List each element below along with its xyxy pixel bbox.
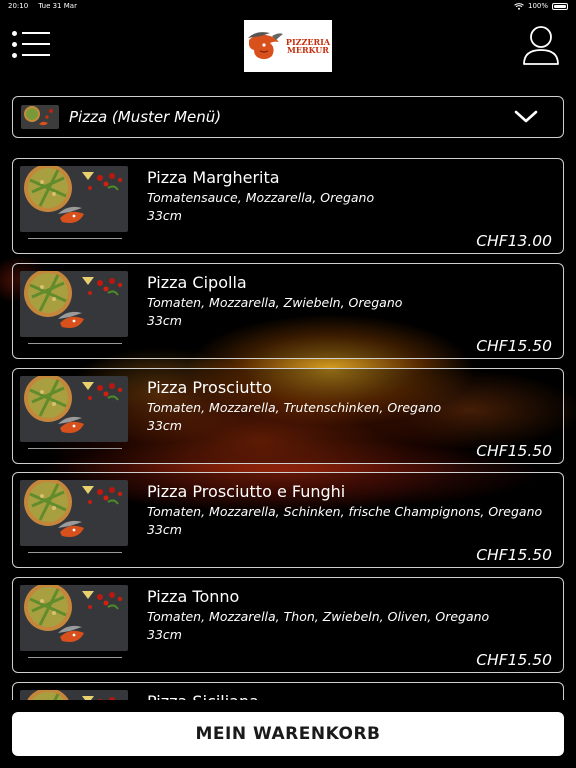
item-name: Pizza Siciliana [147, 692, 259, 700]
item-size: 33cm [147, 208, 182, 223]
category-dropdown[interactable]: Pizza (Muster Menü) [12, 96, 564, 138]
pizza-image [20, 271, 128, 337]
item-name: Pizza Margherita [147, 168, 280, 187]
item-description: Tomatensauce, Mozzarella, Oregano [147, 190, 375, 205]
item-description: Tomaten, Mozzarella, Trutenschinken, Ore… [147, 400, 442, 415]
menu-button[interactable] [10, 30, 50, 60]
mercury-head-icon [247, 32, 283, 60]
chevron-down-icon [514, 110, 538, 123]
image-divider [28, 448, 122, 449]
menu-item-card[interactable]: Pizza Prosciutto Tomaten, Mozzarella, Tr… [12, 368, 564, 464]
pizza-image [20, 690, 128, 700]
status-time: 20:10 [8, 2, 29, 10]
menu-item-card[interactable]: Pizza Cipolla Tomaten, Mozzarella, Zwieb… [12, 263, 564, 359]
cart-button[interactable]: MEIN WARENKORB [12, 712, 564, 756]
item-price: CHF15.50 [476, 337, 552, 355]
pizza-image [20, 585, 128, 651]
image-divider [28, 552, 122, 553]
pizza-image [20, 376, 128, 442]
item-price: CHF15.50 [476, 442, 552, 460]
menu-item-card[interactable]: Pizza Prosciutto e Funghi Tomaten, Mozza… [12, 472, 564, 568]
item-price: CHF13.00 [476, 232, 552, 250]
item-description: Tomaten, Mozzarella, Zwiebeln, Oregano [147, 295, 403, 310]
pizza-image [20, 480, 128, 546]
menu-item-card[interactable]: Pizza Siciliana [12, 682, 564, 700]
item-size: 33cm [147, 418, 182, 433]
status-date: Tue 31 Mar [38, 2, 77, 10]
item-size: 33cm [147, 522, 182, 537]
item-description: Tomaten, Mozzarella, Thon, Zwiebeln, Oli… [147, 609, 490, 624]
item-name: Pizza Cipolla [147, 273, 247, 292]
item-name: Pizza Tonno [147, 587, 240, 606]
menu-item-card[interactable]: Pizza Margherita Tomatensauce, Mozzarell… [12, 158, 564, 254]
category-title: Pizza (Muster Menü) [69, 108, 222, 126]
item-size: 33cm [147, 313, 182, 328]
menu-item-card[interactable]: Pizza Tonno Tomaten, Mozzarella, Thon, Z… [12, 577, 564, 673]
item-price: CHF15.50 [476, 651, 552, 669]
status-bar: 20:10 Tue 31 Mar 100% [0, 0, 576, 12]
profile-icon[interactable] [522, 24, 560, 66]
image-divider [28, 343, 122, 344]
category-thumbnail [21, 105, 59, 129]
pizza-image [20, 166, 128, 232]
item-size: 33cm [147, 627, 182, 642]
pizzeria-logo: PIZZERIA MERKUR [244, 20, 332, 72]
item-price: CHF15.50 [476, 546, 552, 564]
item-description: Tomaten, Mozzarella, Schinken, frische C… [147, 504, 543, 519]
battery-icon [552, 2, 568, 10]
battery-percent: 100% [527, 2, 548, 10]
image-divider [28, 657, 122, 658]
item-name: Pizza Prosciutto [147, 378, 272, 397]
logo-line-2: MERKUR [287, 45, 329, 55]
menu-item-list[interactable]: Pizza Margherita Tomatensauce, Mozzarell… [12, 158, 564, 700]
image-divider [28, 238, 122, 239]
wifi-icon [514, 2, 524, 10]
item-name: Pizza Prosciutto e Funghi [147, 482, 346, 501]
